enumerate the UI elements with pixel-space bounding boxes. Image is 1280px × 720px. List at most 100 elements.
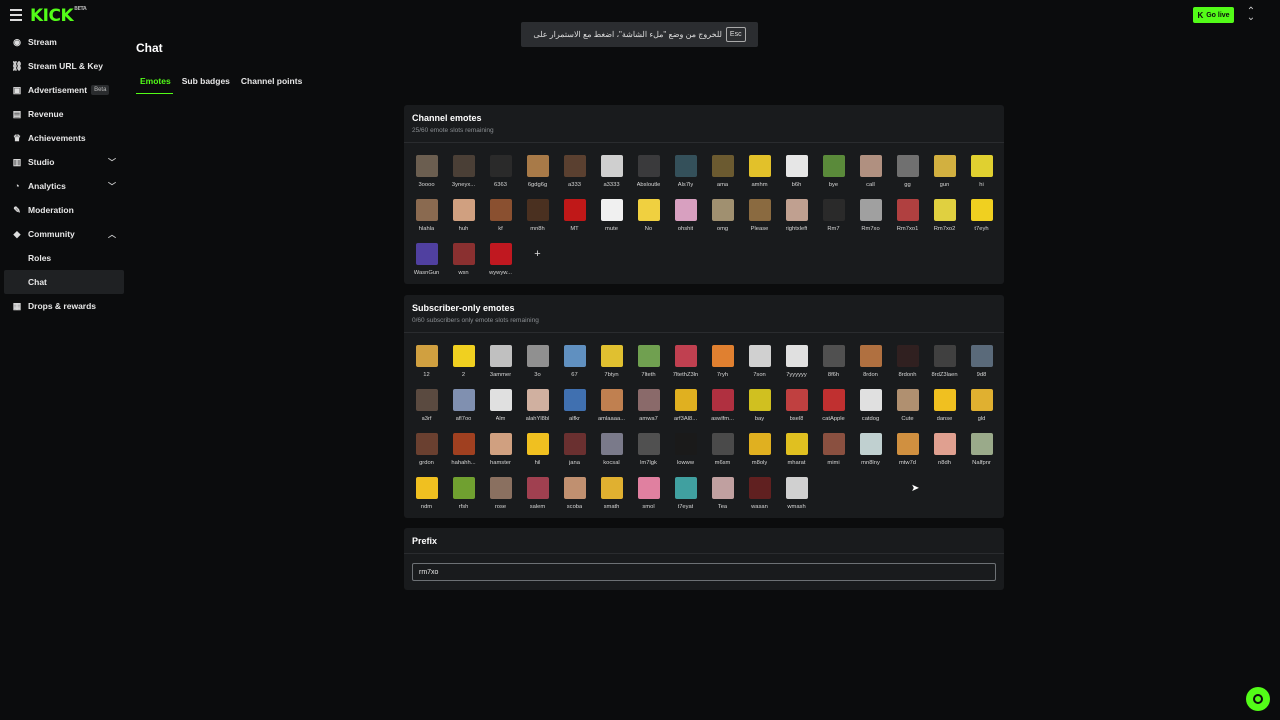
chevron-down-icon[interactable]: ﹀: [108, 181, 116, 192]
emote-item[interactable]: 7son: [741, 339, 778, 383]
emote-item[interactable]: lm7lgk: [630, 427, 667, 471]
emote-item[interactable]: 2: [445, 339, 482, 383]
emote-item[interactable]: mharat: [778, 427, 815, 471]
add-emote-button[interactable]: +: [519, 237, 556, 281]
emote-item[interactable]: smath: [593, 471, 630, 515]
sidebar-item-roles[interactable]: Roles: [4, 246, 124, 270]
emote-item[interactable]: omg: [704, 193, 741, 237]
menu-icon[interactable]: [10, 9, 22, 21]
sort-arrows-icon[interactable]: ⌃ ⌄: [1246, 7, 1256, 23]
emote-item[interactable]: 3oooo: [408, 149, 445, 193]
emote-item[interactable]: mute: [593, 193, 630, 237]
sidebar-item-drops-rewards[interactable]: ▦ Drops & rewards: [4, 294, 124, 318]
emote-item[interactable]: 8rdonh: [889, 339, 926, 383]
kick-logo[interactable]: KICKBETA: [30, 6, 87, 26]
emote-item[interactable]: a3333: [593, 149, 630, 193]
emote-item[interactable]: hamster: [482, 427, 519, 471]
emote-item[interactable]: arf3Al8...: [667, 383, 704, 427]
emote-item[interactable]: Cute: [889, 383, 926, 427]
emote-item[interactable]: rose: [482, 471, 519, 515]
support-chat-button[interactable]: [1246, 687, 1270, 711]
emote-item[interactable]: kf: [482, 193, 519, 237]
emote-item[interactable]: mn8lny: [852, 427, 889, 471]
emote-item[interactable]: 9d8: [963, 339, 1000, 383]
emote-item[interactable]: ama: [704, 149, 741, 193]
emote-item[interactable]: bye: [815, 149, 852, 193]
tab-channel-points[interactable]: Channel points: [237, 74, 304, 94]
sidebar-item-moderation[interactable]: ✎ Moderation: [4, 198, 124, 222]
emote-item[interactable]: jana: [556, 427, 593, 471]
emote-item[interactable]: afl7oo: [445, 383, 482, 427]
emote-item[interactable]: gg: [889, 149, 926, 193]
emote-item[interactable]: Alm: [482, 383, 519, 427]
emote-item[interactable]: mtw7d: [889, 427, 926, 471]
emote-item[interactable]: amwa7: [630, 383, 667, 427]
sidebar-item-studio[interactable]: ▥ Studio ﹀: [4, 150, 124, 174]
emote-item[interactable]: 6363: [482, 149, 519, 193]
emote-item[interactable]: catApple: [815, 383, 852, 427]
emote-item[interactable]: hlahla: [408, 193, 445, 237]
emote-item[interactable]: hil: [519, 427, 556, 471]
emote-item[interactable]: danse: [926, 383, 963, 427]
emote-item[interactable]: amlaaaa...: [593, 383, 630, 427]
sidebar-item-stream-url-key[interactable]: ⛓ Stream URL & Key: [4, 54, 124, 78]
emote-item[interactable]: t7eyat: [667, 471, 704, 515]
emote-item[interactable]: hahahh...: [445, 427, 482, 471]
emote-item[interactable]: 7lteth: [630, 339, 667, 383]
prefix-input[interactable]: [412, 563, 996, 581]
emote-item[interactable]: mn8h: [519, 193, 556, 237]
emote-item[interactable]: Rm7xo: [852, 193, 889, 237]
emote-item[interactable]: wywyw...: [482, 237, 519, 281]
emote-item[interactable]: gun: [926, 149, 963, 193]
emote-item[interactable]: amhm: [741, 149, 778, 193]
emote-item[interactable]: salem: [519, 471, 556, 515]
emote-item[interactable]: 8f6h: [815, 339, 852, 383]
emote-item[interactable]: Rm7: [815, 193, 852, 237]
sidebar-item-advertisement[interactable]: ▣ Advertisement Beta: [4, 78, 124, 102]
emote-item[interactable]: m8oly: [741, 427, 778, 471]
go-live-button[interactable]: K Go live: [1193, 7, 1234, 23]
sidebar-item-community[interactable]: ◆ Community ︿: [4, 222, 124, 246]
emote-item[interactable]: call: [852, 149, 889, 193]
sidebar-item-stream[interactable]: ◉ Stream: [4, 30, 124, 54]
emote-item[interactable]: 67: [556, 339, 593, 383]
emote-item[interactable]: a333: [556, 149, 593, 193]
emote-item[interactable]: 6gdg6g: [519, 149, 556, 193]
emote-item[interactable]: 3ammer: [482, 339, 519, 383]
emote-item[interactable]: rfsh: [445, 471, 482, 515]
emote-item[interactable]: 8rdon: [852, 339, 889, 383]
emote-item[interactable]: 12: [408, 339, 445, 383]
sidebar-item-chat[interactable]: Chat: [4, 270, 124, 294]
emote-item[interactable]: kocsal: [593, 427, 630, 471]
emote-item[interactable]: scoba: [556, 471, 593, 515]
emote-item[interactable]: 7btyn: [593, 339, 630, 383]
emote-item[interactable]: wasan: [741, 471, 778, 515]
emote-item[interactable]: rightxleft: [778, 193, 815, 237]
emote-item[interactable]: mimi: [815, 427, 852, 471]
tab-sub-badges[interactable]: Sub badges: [178, 74, 232, 94]
emote-item[interactable]: m6sm: [704, 427, 741, 471]
emote-item[interactable]: 7ltethZ3ln: [667, 339, 704, 383]
emote-item[interactable]: n8dh: [926, 427, 963, 471]
emote-item[interactable]: 8rdZ3laen: [926, 339, 963, 383]
emote-item[interactable]: hi: [963, 149, 1000, 193]
emote-item[interactable]: lowww: [667, 427, 704, 471]
emote-item[interactable]: wmash: [778, 471, 815, 515]
emote-item[interactable]: Als7ly: [667, 149, 704, 193]
emote-item[interactable]: Rm7xo1: [889, 193, 926, 237]
emote-item[interactable]: 7yyyyyy: [778, 339, 815, 383]
emote-item[interactable]: MT: [556, 193, 593, 237]
sidebar-item-analytics[interactable]: ◔ Analytics ﹀: [4, 174, 124, 198]
emote-item[interactable]: WasnGun: [408, 237, 445, 281]
emote-item[interactable]: Please: [741, 193, 778, 237]
emote-item[interactable]: aswlfm...: [704, 383, 741, 427]
emote-item[interactable]: Nalfpnr: [963, 427, 1000, 471]
emote-item[interactable]: grdon: [408, 427, 445, 471]
emote-item[interactable]: 3yneyx...: [445, 149, 482, 193]
emote-item[interactable]: t7eyh: [963, 193, 1000, 237]
emote-item[interactable]: ndm: [408, 471, 445, 515]
emote-item[interactable]: b6h: [778, 149, 815, 193]
tab-emotes[interactable]: Emotes: [136, 74, 173, 94]
emote-item[interactable]: bsel8: [778, 383, 815, 427]
sidebar-item-achievements[interactable]: ♛ Achievements: [4, 126, 124, 150]
